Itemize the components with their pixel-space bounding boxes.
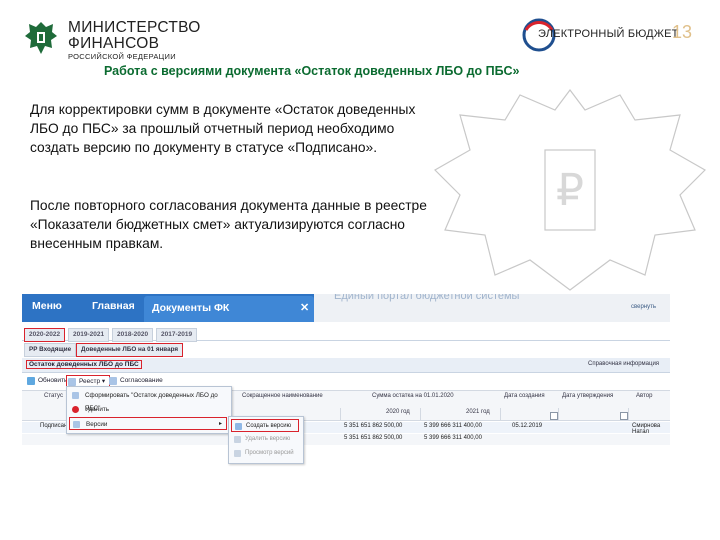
- col-author[interactable]: Автор: [636, 393, 652, 399]
- registry-icon: [68, 378, 76, 386]
- versions-submenu: Создать версию Удалить версию Просмотр в…: [228, 416, 304, 464]
- approval-label: Согласование: [120, 377, 163, 384]
- app-top-bar: Меню Главная Документы ФК ✕ Единый порта…: [22, 294, 670, 322]
- col-approved[interactable]: Дата утверждения: [562, 393, 613, 399]
- col-status[interactable]: Статус: [44, 393, 63, 399]
- ministry-emblem-icon: [25, 22, 57, 54]
- year-tabs: 2020-2022 2019-2021 2018-2020 2017-2019: [22, 326, 670, 342]
- submenu-view-versions[interactable]: Просмотр версий: [231, 447, 299, 460]
- ministry-line1: МИНИСТЕРСТВО: [68, 19, 201, 36]
- sub-tabs: РР Входящие Доведенные ЛБО на 01 января: [22, 342, 670, 357]
- versions-icon: [73, 421, 80, 428]
- col-year-2020: 2020 год: [386, 409, 410, 415]
- tab-year-2020-2022[interactable]: 2020-2022: [24, 328, 66, 342]
- menu-item-delete-label: Удалить: [85, 406, 110, 413]
- tab-rr-incoming[interactable]: РР Входящие: [24, 343, 77, 357]
- registry-label: Реестр ▾: [79, 378, 106, 385]
- menu-item-versions-label: Версии: [86, 421, 108, 428]
- document-title-bar: Остаток доведенных ЛБО до ПБС Справочная…: [22, 358, 670, 373]
- ministry-line2: ФИНАНСОВ: [68, 34, 160, 52]
- slide-title: Работа с версиями документа «Остаток дов…: [104, 64, 520, 78]
- submenu-create-version-label: Создать версию: [246, 423, 292, 429]
- tab-year-2018-2020[interactable]: 2018-2020: [112, 328, 154, 342]
- col-balance[interactable]: Сумма остатка на 01.01.2020: [372, 393, 454, 399]
- refresh-icon: [27, 377, 35, 385]
- submenu-delete-version[interactable]: Удалить версию: [231, 433, 299, 446]
- close-icon[interactable]: ✕: [300, 301, 309, 314]
- table-row-total: 5 351 651 862 500,00 5 399 666 311 400,0…: [22, 434, 670, 445]
- tab-documents-fk[interactable]: Документы ФК ✕: [144, 296, 314, 322]
- submenu-create-version[interactable]: Создать версию: [231, 419, 299, 432]
- chevron-right-icon: ▸: [218, 421, 222, 427]
- svg-text:₽: ₽: [556, 166, 584, 215]
- grid-divider: [500, 408, 501, 420]
- row-created: 05.12.2019: [512, 423, 543, 429]
- col-short-name[interactable]: Сокращенное наименование: [242, 393, 323, 399]
- menu-item-versions[interactable]: Версии ▸: [69, 417, 227, 430]
- document-icon: [72, 392, 79, 399]
- grid-divider: [558, 408, 559, 420]
- menu-item-delete[interactable]: Удалить: [69, 403, 227, 416]
- app-screenshot: Меню Главная Документы ФК ✕ Единый порта…: [22, 294, 670, 474]
- tab-documents-fk-label: Документы ФК: [152, 302, 230, 314]
- calendar-icon[interactable]: [620, 412, 628, 420]
- menu-item-generate[interactable]: Сформировать "Остаток доведенных ЛБО до …: [69, 389, 227, 412]
- refresh-button[interactable]: Обновить: [26, 375, 67, 387]
- reference-info-link[interactable]: Справочная информация: [588, 361, 659, 367]
- total-sum-2020: 5 351 651 862 500,00: [344, 435, 403, 441]
- row-sum-2020: 5 351 651 862 500,00: [344, 423, 403, 429]
- portal-title: Единый портал бюджетной системы: [334, 294, 520, 302]
- ministry-name: МИНИСТЕРСТВО ФИНАНСОВ РОССИЙСКОЙ ФЕДЕРАЦ…: [68, 20, 201, 61]
- view-versions-icon: [234, 450, 241, 457]
- tab-lbo-jan[interactable]: Доведенные ЛБО на 01 января: [76, 343, 184, 357]
- grid-divider: [420, 408, 421, 420]
- electronic-budget-text: ЭЛЕКТРОННЫЙ БЮДЖЕТ: [538, 28, 679, 40]
- ministry-line3: РОССИЙСКОЙ ФЕДЕРАЦИИ: [68, 52, 176, 61]
- refresh-label: Обновить: [38, 377, 68, 384]
- portal-header: Единый портал бюджетной системы свернуть: [314, 294, 670, 322]
- tab-year-2019-2021[interactable]: 2019-2021: [68, 328, 110, 342]
- submenu-delete-version-label: Удалить версию: [245, 436, 291, 442]
- paragraph-2: После повторного согласования документа …: [30, 198, 427, 251]
- calendar-icon[interactable]: [550, 412, 558, 420]
- registry-dropdown-menu: Сформировать "Остаток доведенных ЛБО до …: [66, 386, 232, 434]
- background-emblem-icon: ₽: [434, 89, 706, 291]
- document-title: Остаток доведенных ЛБО до ПБС: [26, 360, 142, 369]
- total-sum-2021: 5 399 666 311 400,00: [424, 435, 482, 441]
- grid-divider: [628, 408, 629, 420]
- collapse-button[interactable]: свернуть: [631, 304, 656, 310]
- row-sum-2021: 5 399 666 311 400,00: [424, 423, 482, 429]
- tab-year-2017-2019[interactable]: 2017-2019: [156, 328, 198, 342]
- delete-icon: [72, 406, 79, 413]
- nav-menu[interactable]: Меню: [32, 300, 62, 312]
- approval-icon: [109, 377, 117, 385]
- delete-version-icon: [234, 436, 241, 443]
- grid-divider: [340, 408, 341, 420]
- create-version-icon: [235, 423, 242, 430]
- nav-home[interactable]: Главная: [92, 300, 135, 312]
- paragraph-1: Для корректировки сумм в документе «Оста…: [30, 102, 416, 155]
- submenu-view-versions-label: Просмотр версий: [245, 450, 294, 456]
- page-number: 13: [672, 22, 693, 42]
- col-year-2021: 2021 год: [466, 409, 490, 415]
- col-created[interactable]: Дата создания: [504, 393, 545, 399]
